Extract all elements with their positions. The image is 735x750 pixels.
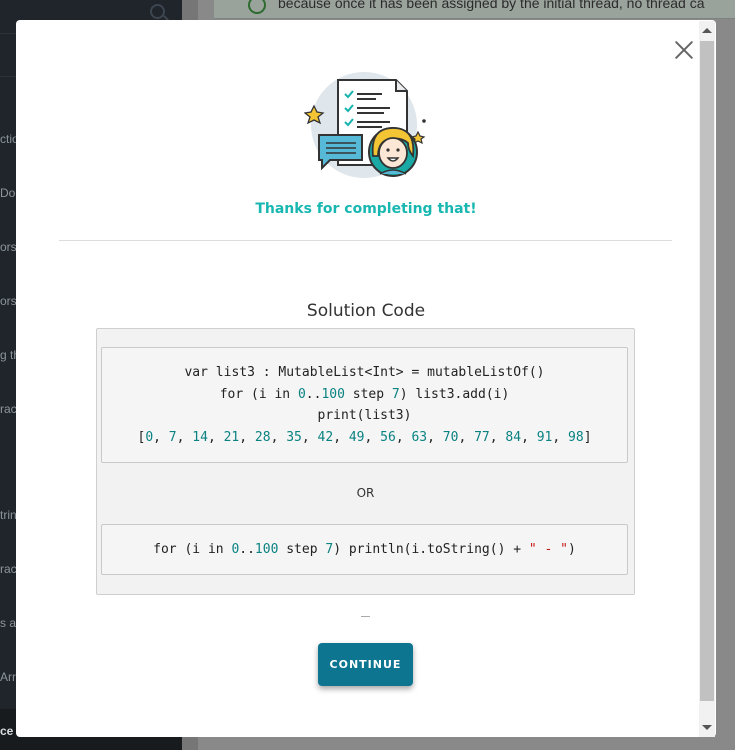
scroll-down-icon[interactable] [702, 725, 712, 730]
solution-title: Solution Code [306, 301, 426, 321]
code-line: print(list3) [317, 408, 412, 423]
code-line: for (i in 0..100 step 7) println(i.toStr… [153, 542, 576, 557]
thanks-message: Thanks for completing that! [255, 201, 477, 217]
sidebar-item[interactable]: rac [0, 402, 17, 416]
sidebar-item[interactable]: Arr [0, 670, 16, 684]
code-line: var list3 : MutableList<Int> = mutableLi… [184, 365, 545, 380]
scroll-up-icon[interactable] [702, 28, 712, 33]
code-line: [0, 7, 14, 21, 28, 35, 42, 49, 56, 63, 7… [137, 429, 592, 445]
success-illustration [304, 72, 426, 178]
or-separator: OR [356, 486, 375, 500]
sidebar-item[interactable]: ors [0, 294, 17, 308]
sidebar-item-active[interactable]: ce [0, 724, 13, 738]
code-block-2: for (i in 0..100 step 7) println(i.toStr… [101, 524, 628, 575]
sidebar-item[interactable]: trin [0, 508, 17, 522]
code-line: for (i in 0..100 step 7) list3.add(i) [219, 386, 510, 402]
divider [59, 240, 672, 241]
sidebar-item[interactable]: rac [0, 562, 17, 576]
banner-text: because once it has been assigned by the… [278, 0, 705, 11]
solution-code-panel: var list3 : MutableList<Int> = mutableLi… [96, 328, 635, 595]
modal-scrollbar[interactable] [699, 21, 715, 737]
code-block-1: var list3 : MutableList<Int> = mutableLi… [101, 347, 628, 463]
completion-modal: Thanks for completing that! Solution Cod… [16, 20, 716, 737]
close-icon[interactable] [673, 39, 695, 61]
continue-button[interactable]: CONTINUE [318, 643, 413, 686]
divider-dash [361, 616, 370, 617]
scroll-thumb[interactable] [700, 41, 714, 701]
sidebar-item[interactable]: ors [0, 240, 17, 254]
search-icon[interactable] [150, 4, 165, 19]
